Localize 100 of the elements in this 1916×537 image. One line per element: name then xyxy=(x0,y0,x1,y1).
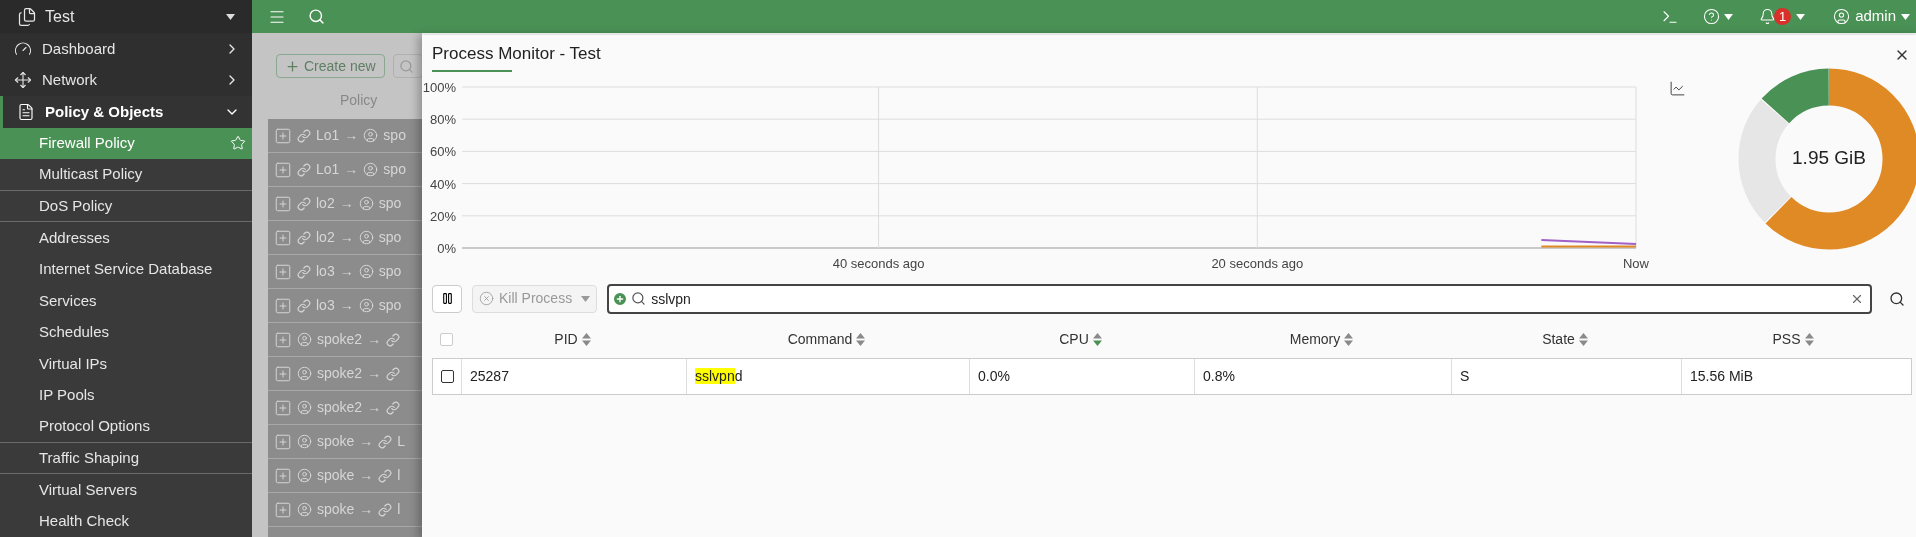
destination-name: spo xyxy=(383,126,406,145)
arrow-text: → xyxy=(359,466,374,485)
nav-item[interactable]: Policy & Objects xyxy=(0,96,252,128)
sort-icon xyxy=(1804,333,1814,346)
help-icon xyxy=(1703,8,1721,25)
column-header[interactable]: Memory xyxy=(1193,329,1450,350)
caret-icon xyxy=(1796,13,1806,20)
user-circle-icon xyxy=(363,128,379,143)
expand-icon[interactable] xyxy=(274,330,292,349)
pause-button[interactable] xyxy=(432,284,462,313)
sort-icon xyxy=(1092,333,1102,346)
expand-icon[interactable] xyxy=(274,228,292,247)
user-circle-icon xyxy=(297,434,312,449)
search-icon xyxy=(631,290,647,306)
user-circle-icon xyxy=(297,366,312,381)
column-header[interactable]: Command xyxy=(685,329,968,350)
source-name: lo2 xyxy=(316,194,335,213)
nav-subitem[interactable]: Health Check xyxy=(0,505,252,537)
x-axis-label: 40 seconds ago xyxy=(832,255,925,271)
nav-subitem[interactable]: Multicast Policy xyxy=(0,159,252,191)
expand-icon[interactable] xyxy=(274,160,292,179)
arrow-text: → xyxy=(359,432,374,451)
link-icon xyxy=(297,128,311,143)
column-header[interactable]: PID xyxy=(460,329,685,350)
device-selector[interactable]: Test xyxy=(0,0,252,33)
search-icon xyxy=(1889,290,1905,307)
source-name: Lo1 xyxy=(316,126,340,145)
link-icon xyxy=(386,332,401,347)
nav-subitem[interactable]: Protocol Options xyxy=(0,411,252,443)
nav-subitem[interactable]: DoS Policy xyxy=(0,190,252,222)
destination-name: spo xyxy=(378,262,402,281)
source-name: lo3 xyxy=(316,262,335,281)
sort-icon xyxy=(1578,333,1588,346)
nav-subitem[interactable]: Schedules xyxy=(0,316,252,348)
expand-icon[interactable] xyxy=(274,194,292,213)
expand-icon[interactable] xyxy=(274,262,292,281)
caret-icon xyxy=(581,295,591,302)
policy-row[interactable] xyxy=(268,527,422,537)
destination-name: L xyxy=(397,432,406,451)
notifications-menu[interactable]: 1 xyxy=(1759,8,1806,25)
link-icon xyxy=(297,196,311,211)
chart-line-icon[interactable] xyxy=(1669,79,1686,97)
sort-icon xyxy=(1344,333,1354,346)
row-checkbox[interactable] xyxy=(440,369,454,383)
device-icon xyxy=(17,6,37,27)
source-name: spoke xyxy=(317,432,355,451)
nav-subitem[interactable]: Virtual IPs xyxy=(0,348,252,380)
device-name: Test xyxy=(45,6,76,27)
expand-icon[interactable] xyxy=(274,398,292,417)
nav-item[interactable]: Network xyxy=(0,64,252,96)
expand-icon[interactable] xyxy=(274,364,292,383)
star-icon[interactable] xyxy=(230,135,246,152)
user-circle-icon xyxy=(297,468,312,483)
user-circle-icon xyxy=(297,400,312,415)
source-name: spoke2 xyxy=(317,364,363,383)
nav-subitem[interactable]: Addresses xyxy=(0,222,252,254)
link-icon xyxy=(386,400,401,415)
nav-subitem[interactable]: Virtual Servers xyxy=(0,474,252,506)
expand-icon[interactable] xyxy=(274,296,292,315)
link-icon xyxy=(378,434,393,449)
nav-subitem[interactable]: Traffic Shaping xyxy=(0,442,252,474)
nav-subitem[interactable]: Firewall Policy xyxy=(0,127,252,159)
memory-total: 1.95 GiB xyxy=(1792,146,1866,171)
arrow-text: → xyxy=(339,194,354,213)
column-header[interactable]: State xyxy=(1450,329,1680,350)
nav-subitem[interactable]: IP Pools xyxy=(0,379,252,411)
table-cell-text: 0.0% xyxy=(978,366,1010,386)
y-axis-label: 80% xyxy=(429,111,456,127)
link-icon xyxy=(297,230,311,245)
search-field[interactable]: sslvpn xyxy=(607,283,1872,314)
user-circle-icon xyxy=(363,162,379,177)
sort-icon xyxy=(581,333,591,346)
x-axis-label: 20 seconds ago xyxy=(1211,255,1304,271)
arrow-text: → xyxy=(339,228,354,247)
column-header[interactable]: PSS xyxy=(1680,329,1906,350)
y-axis-label: 0% xyxy=(437,240,456,256)
nav-subitem[interactable]: Internet Service Database xyxy=(0,253,252,285)
expand-icon[interactable] xyxy=(274,466,292,485)
nav-icon xyxy=(17,102,35,121)
destination-name: spo xyxy=(378,228,402,247)
nav-subitem[interactable]: Services xyxy=(0,285,252,317)
source-name: spoke2 xyxy=(317,398,363,417)
source-name: Lo1 xyxy=(316,160,340,179)
column-header[interactable]: CPU xyxy=(968,329,1193,350)
expand-icon[interactable] xyxy=(274,126,292,145)
destination-name: l xyxy=(397,466,401,485)
expand-icon[interactable] xyxy=(274,500,292,519)
help-menu[interactable] xyxy=(1703,8,1734,25)
destination-name: spo xyxy=(378,194,402,213)
user-menu[interactable]: admin xyxy=(1833,5,1910,28)
expand-icon[interactable] xyxy=(274,432,292,451)
bell-icon xyxy=(1759,8,1777,25)
column-header: Policy xyxy=(340,91,378,111)
arrow-text: → xyxy=(339,262,354,281)
search-icon[interactable] xyxy=(308,8,325,25)
table-cell-text: 25287 xyxy=(470,366,509,386)
nav-item[interactable]: Dashboard xyxy=(0,33,252,65)
arrow-text: → xyxy=(359,500,374,519)
link-icon xyxy=(378,502,393,517)
search-icon xyxy=(398,58,414,74)
